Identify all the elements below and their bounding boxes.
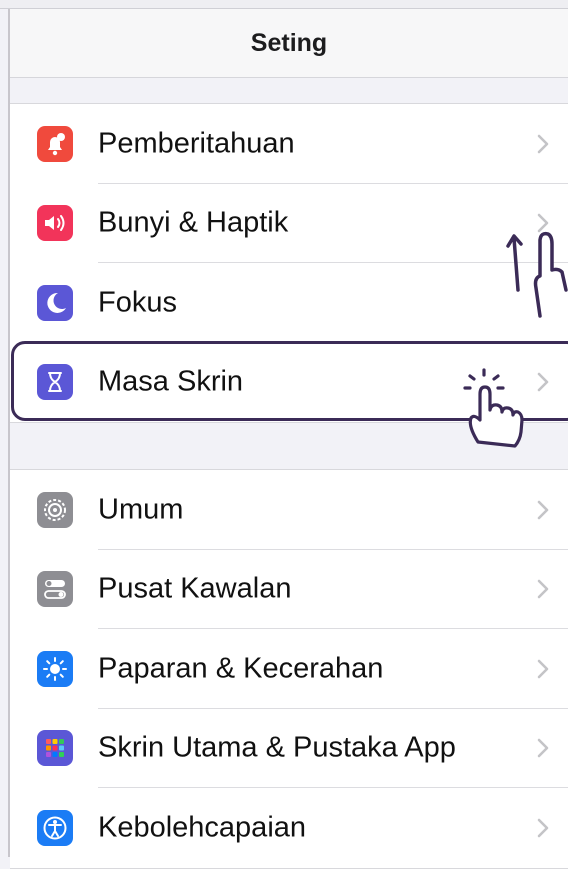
row-label: Pusat Kawalan — [98, 572, 292, 605]
settings-row-kebolehcapaian[interactable]: Kebolehcapaian — [10, 788, 568, 868]
settings-row-fokus[interactable]: Fokus — [10, 263, 568, 343]
settings-row-umum[interactable]: Umum — [10, 470, 568, 550]
speaker-icon — [37, 205, 73, 242]
chevron-right-icon — [536, 212, 550, 234]
gear-icon — [37, 491, 73, 528]
row-label: Masa Skrin — [98, 365, 244, 398]
navigation-bar: Seting — [10, 9, 568, 78]
chevron-right-icon — [536, 658, 550, 680]
home-grid-icon — [37, 730, 73, 767]
settings-row-pusat-kawalan[interactable]: Pusat Kawalan — [10, 550, 568, 629]
settings-group-2: Umum Pusat Kawalan Paparan & Kecerahan S… — [10, 469, 568, 869]
row-label: Skrin Utama & Pustaka App — [98, 731, 456, 764]
sun-icon — [37, 650, 73, 687]
settings-row-paparan-kecerahan[interactable]: Paparan & Kecerahan — [10, 629, 568, 709]
row-label: Umum — [98, 493, 184, 526]
settings-row-bunyi-haptik[interactable]: Bunyi & Haptik — [10, 184, 568, 263]
row-label: Paparan & Kecerahan — [98, 652, 384, 685]
row-label: Fokus — [98, 286, 177, 319]
row-label: Bunyi & Haptik — [98, 206, 289, 239]
toggles-icon — [37, 571, 73, 608]
hourglass-icon — [37, 364, 73, 401]
chevron-right-icon — [536, 292, 550, 314]
chevron-right-icon — [536, 371, 550, 393]
row-label: Pemberitahuan — [98, 127, 295, 160]
settings-row-pemberitahuan[interactable]: Pemberitahuan — [10, 104, 568, 184]
row-label: Kebolehcapaian — [98, 811, 307, 844]
settings-row-skrin-utama[interactable]: Skrin Utama & Pustaka App — [10, 709, 568, 788]
settings-group-1: Pemberitahuan Bunyi & Haptik Fokus Masa … — [10, 103, 568, 423]
chevron-right-icon — [536, 499, 550, 521]
chevron-right-icon — [536, 133, 550, 155]
moon-icon — [37, 284, 73, 321]
chevron-right-icon — [536, 578, 550, 600]
page-title: Seting — [250, 28, 328, 57]
settings-row-masa-skrin[interactable]: Masa Skrin — [10, 343, 568, 423]
accessibility-icon — [37, 809, 73, 846]
notifications-icon — [37, 125, 73, 162]
chevron-right-icon — [536, 817, 550, 839]
chevron-right-icon — [536, 737, 550, 759]
